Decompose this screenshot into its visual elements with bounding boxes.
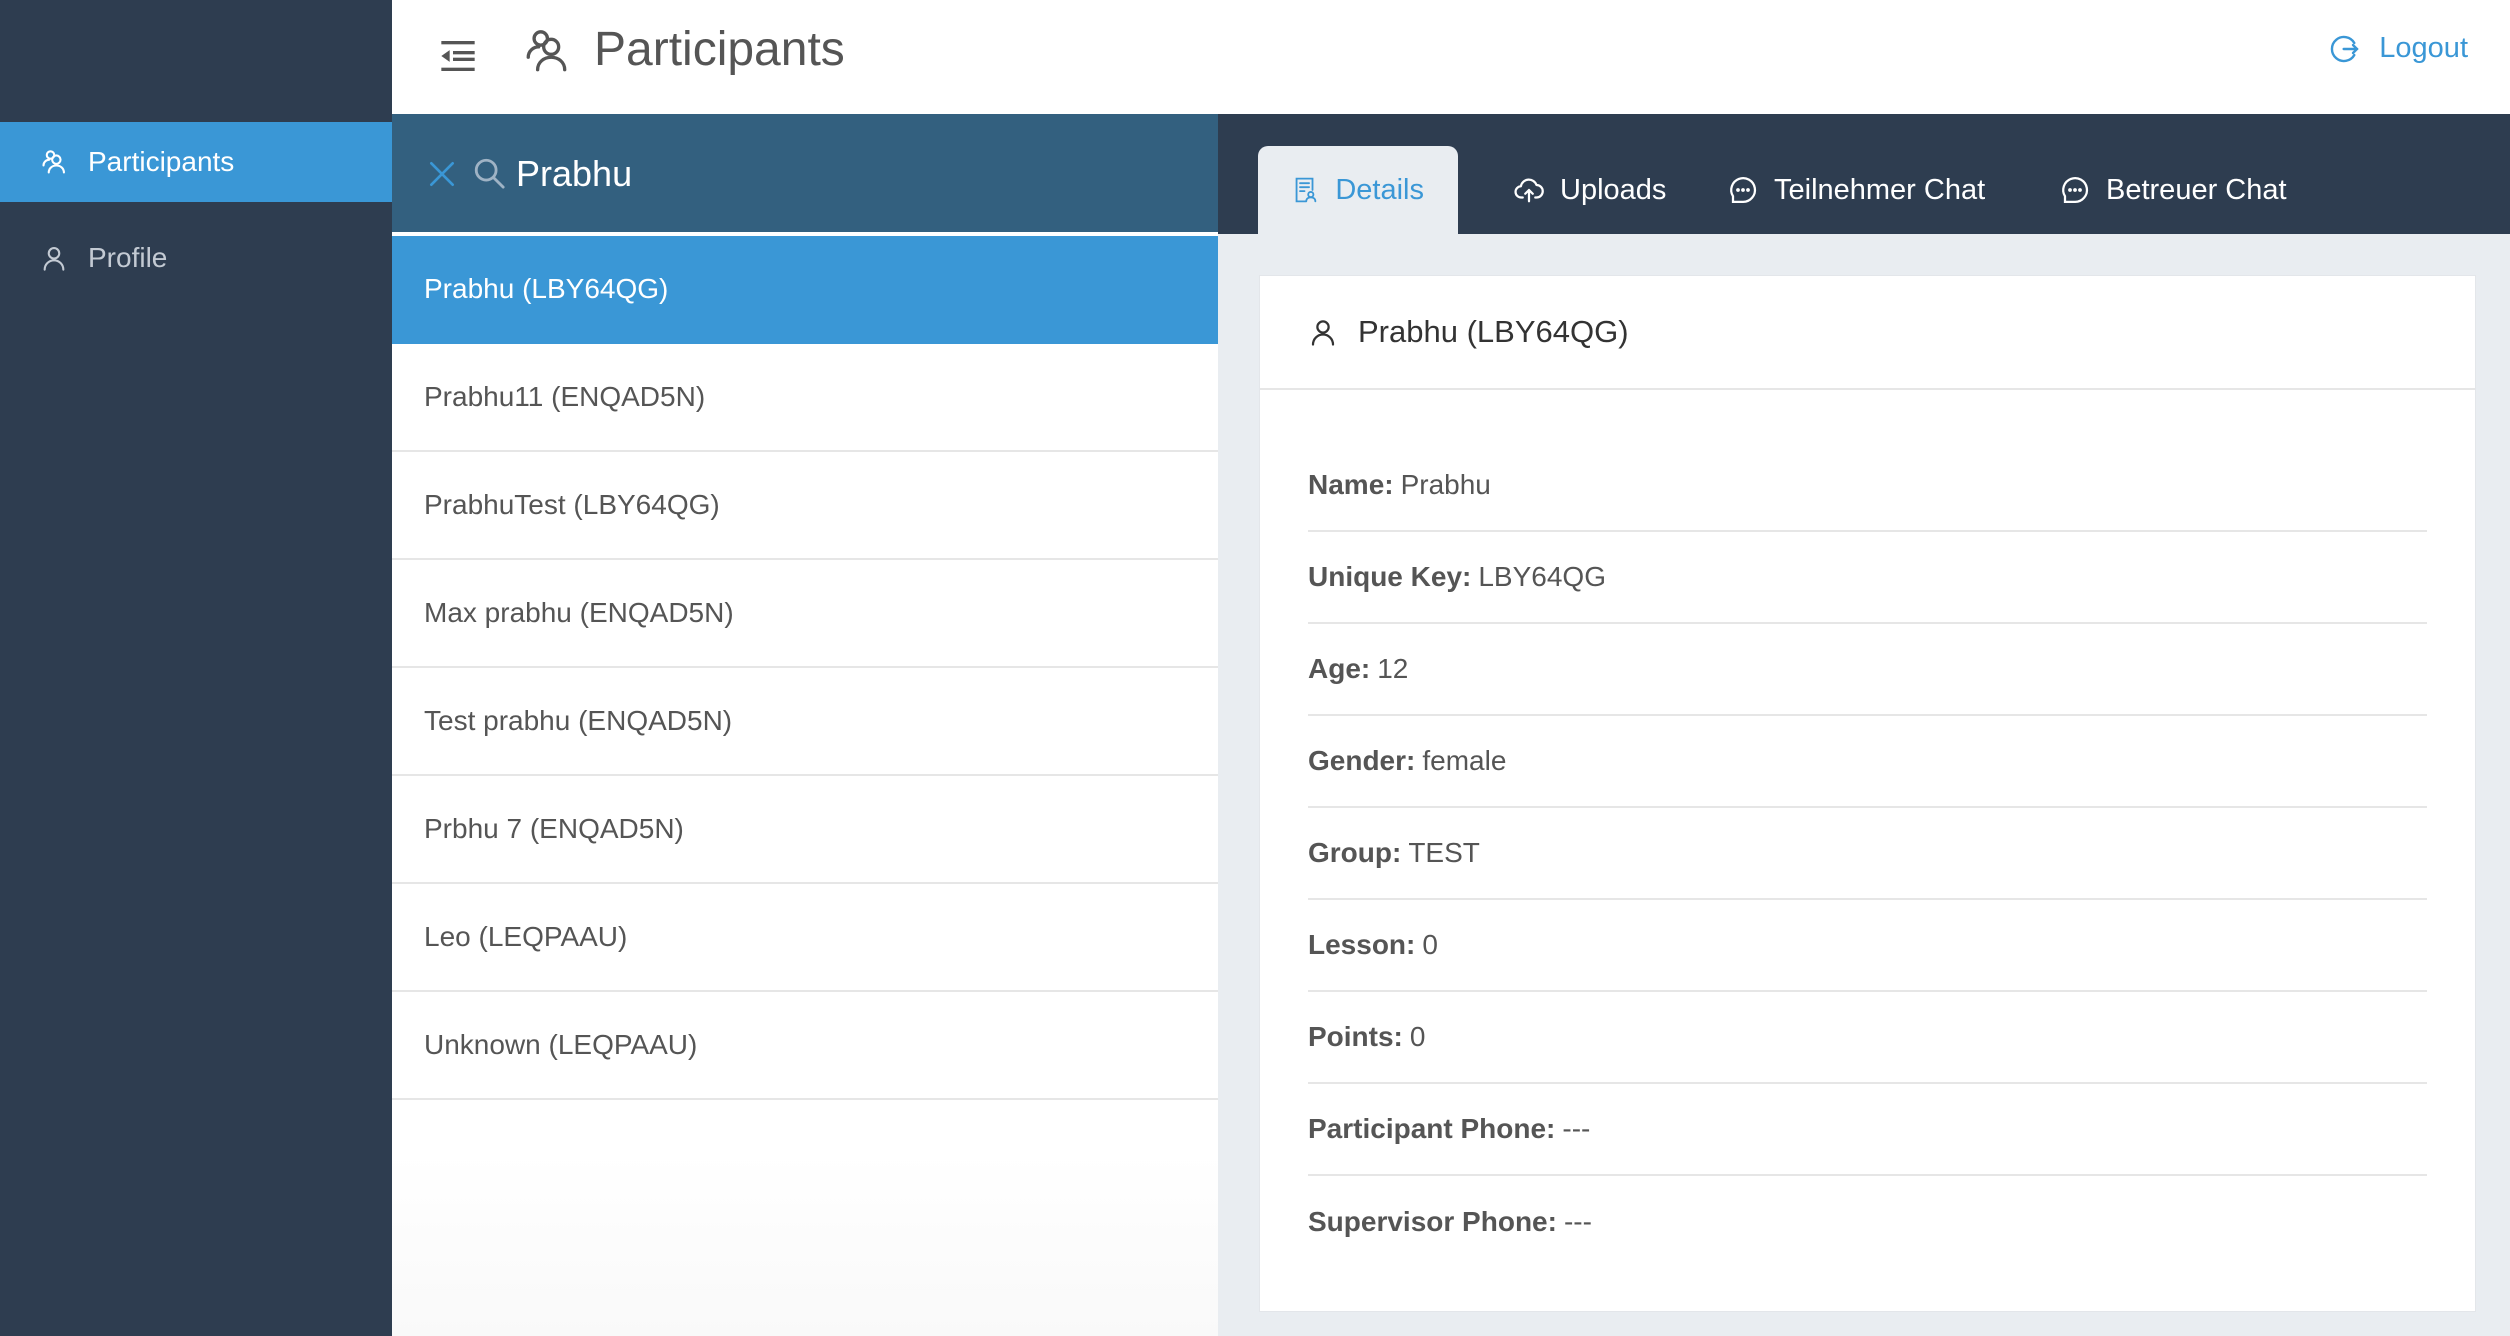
participant-row[interactable]: Test prabhu (ENQAD5N) [392, 668, 1218, 776]
sidebar-item-profile[interactable]: Profile [0, 218, 392, 298]
participant-row[interactable]: PrabhuTest (LBY64QG) [392, 452, 1218, 560]
participant-row[interactable]: Unknown (LEQPAAU) [392, 992, 1218, 1100]
participant-label: Test prabhu (ENQAD5N) [424, 705, 733, 736]
user-icon [1311, 320, 1335, 346]
field-label: Age: [1308, 653, 1371, 684]
chat-bubble-icon [1730, 177, 1757, 204]
tab-details[interactable]: Details [1258, 146, 1458, 234]
search-icon [474, 158, 505, 189]
participant-label: Prbhu 7 (ENQAD5N) [424, 813, 684, 844]
tab-label: Uploads [1560, 173, 1667, 206]
users-icon [526, 30, 567, 72]
field-value: 0 [1422, 929, 1438, 960]
field-label: Participant Phone: [1308, 1113, 1556, 1144]
field-group: Group: TEST [1308, 808, 2427, 900]
field-label: Group: [1308, 837, 1402, 868]
field-name: Name: Prabhu [1308, 440, 2427, 532]
search-bar [392, 114, 1218, 234]
participant-label: Max prabhu (ENQAD5N) [424, 597, 734, 628]
logout-button[interactable]: Logout [2329, 32, 2468, 65]
tab-teilnehmer-chat[interactable]: Teilnehmer Chat [1694, 146, 2019, 234]
users-icon [42, 150, 65, 174]
participant-row[interactable]: Prabhu (LBY64QG) [392, 236, 1218, 344]
clear-search-icon[interactable] [426, 158, 458, 190]
participant-label: Prabhu11 (ENQAD5N) [424, 381, 706, 412]
field-label: Points: [1308, 1021, 1403, 1052]
menu-fold-icon [441, 41, 475, 71]
field-label: Lesson: [1308, 929, 1416, 960]
field-value: female [1422, 745, 1507, 776]
page-title: Participants [594, 23, 845, 76]
tab-betreuer-chat[interactable]: Betreuer Chat [2026, 146, 2321, 234]
field-label: Gender: [1308, 745, 1416, 776]
tab-uploads[interactable]: Uploads [1480, 146, 1700, 234]
sidebar-item-participants[interactable]: Participants [0, 122, 392, 202]
field-value: 0 [1409, 1021, 1426, 1052]
sidebar-item-label: Participants [88, 146, 235, 177]
field-label: Name: [1308, 469, 1394, 500]
participant-label: PrabhuTest (LBY64QG) [424, 489, 720, 520]
details-card: Prabhu (LBY64QG) Name: Prabhu Unique Key:… [1259, 275, 2476, 1312]
document-user-icon [1295, 177, 1317, 203]
field-value: --- [1563, 1206, 1592, 1237]
field-supervisor-phone: Supervisor Phone: --- [1308, 1176, 2427, 1268]
chat-bubble-icon [2062, 177, 2089, 204]
tab-bar: Details Uploads Teilnehmer Chat Betreuer… [1218, 114, 2510, 234]
details-card-header: Prabhu (LBY64QG) [1260, 276, 2475, 390]
participant-label: Leo (LEQPAAU) [424, 921, 628, 952]
participant-row[interactable]: Max prabhu (ENQAD5N) [392, 560, 1218, 668]
field-value: Prabhu [1400, 469, 1491, 500]
tab-label: Details [1335, 173, 1424, 206]
search-input[interactable] [516, 144, 1196, 204]
field-unique-key: Unique Key: LBY64QG [1308, 532, 2427, 624]
field-value: 12 [1377, 653, 1409, 684]
details-title: Prabhu (LBY64QG) [1358, 314, 1629, 349]
user-icon [43, 247, 65, 271]
field-participant-phone: Participant Phone: --- [1308, 1084, 2427, 1176]
participant-label: Prabhu (LBY64QG) [424, 273, 669, 304]
field-value: LBY64QG [1478, 561, 1606, 592]
tab-label: Teilnehmer Chat [1774, 173, 1986, 206]
collapse-menu-button[interactable] [438, 36, 478, 76]
field-lesson: Lesson: 0 [1308, 900, 2427, 992]
logout-icon [2331, 35, 2359, 62]
field-value: --- [1562, 1113, 1591, 1144]
participant-row[interactable]: Leo (LEQPAAU) [392, 884, 1218, 992]
participant-row[interactable]: Prabhu11 (ENQAD5N) [392, 344, 1218, 452]
participant-detail-panel: Details Uploads Teilnehmer Chat Betreuer… [1218, 114, 2510, 1336]
field-label: Unique Key: [1308, 561, 1472, 592]
field-age: Age: 12 [1308, 624, 2427, 716]
top-header: Participants Logout [392, 0, 2510, 114]
sidebar: Participants Profile [0, 0, 392, 1336]
sidebar-item-label: Profile [88, 242, 168, 273]
cloud-upload-icon [1514, 178, 1544, 203]
logout-label: Logout [2379, 32, 2468, 64]
tab-label: Betreuer Chat [2106, 173, 2287, 206]
field-gender: Gender: female [1308, 716, 2427, 808]
field-value: TEST [1408, 837, 1480, 868]
participant-list: Prabhu (LBY64QG) Prabhu11 (ENQAD5N) Prab… [392, 236, 1218, 1100]
participant-list-panel: Prabhu (LBY64QG) Prabhu11 (ENQAD5N) Prab… [392, 114, 1218, 1336]
field-points: Points: 0 [1308, 992, 2427, 1084]
details-fields: Name: Prabhu Unique Key: LBY64QG Age: 12 Ge… [1260, 390, 2475, 1268]
participant-label: Unknown (LEQPAAU) [424, 1029, 698, 1060]
field-label: Supervisor Phone: [1308, 1206, 1557, 1237]
participant-row[interactable]: Prbhu 7 (ENQAD5N) [392, 776, 1218, 884]
